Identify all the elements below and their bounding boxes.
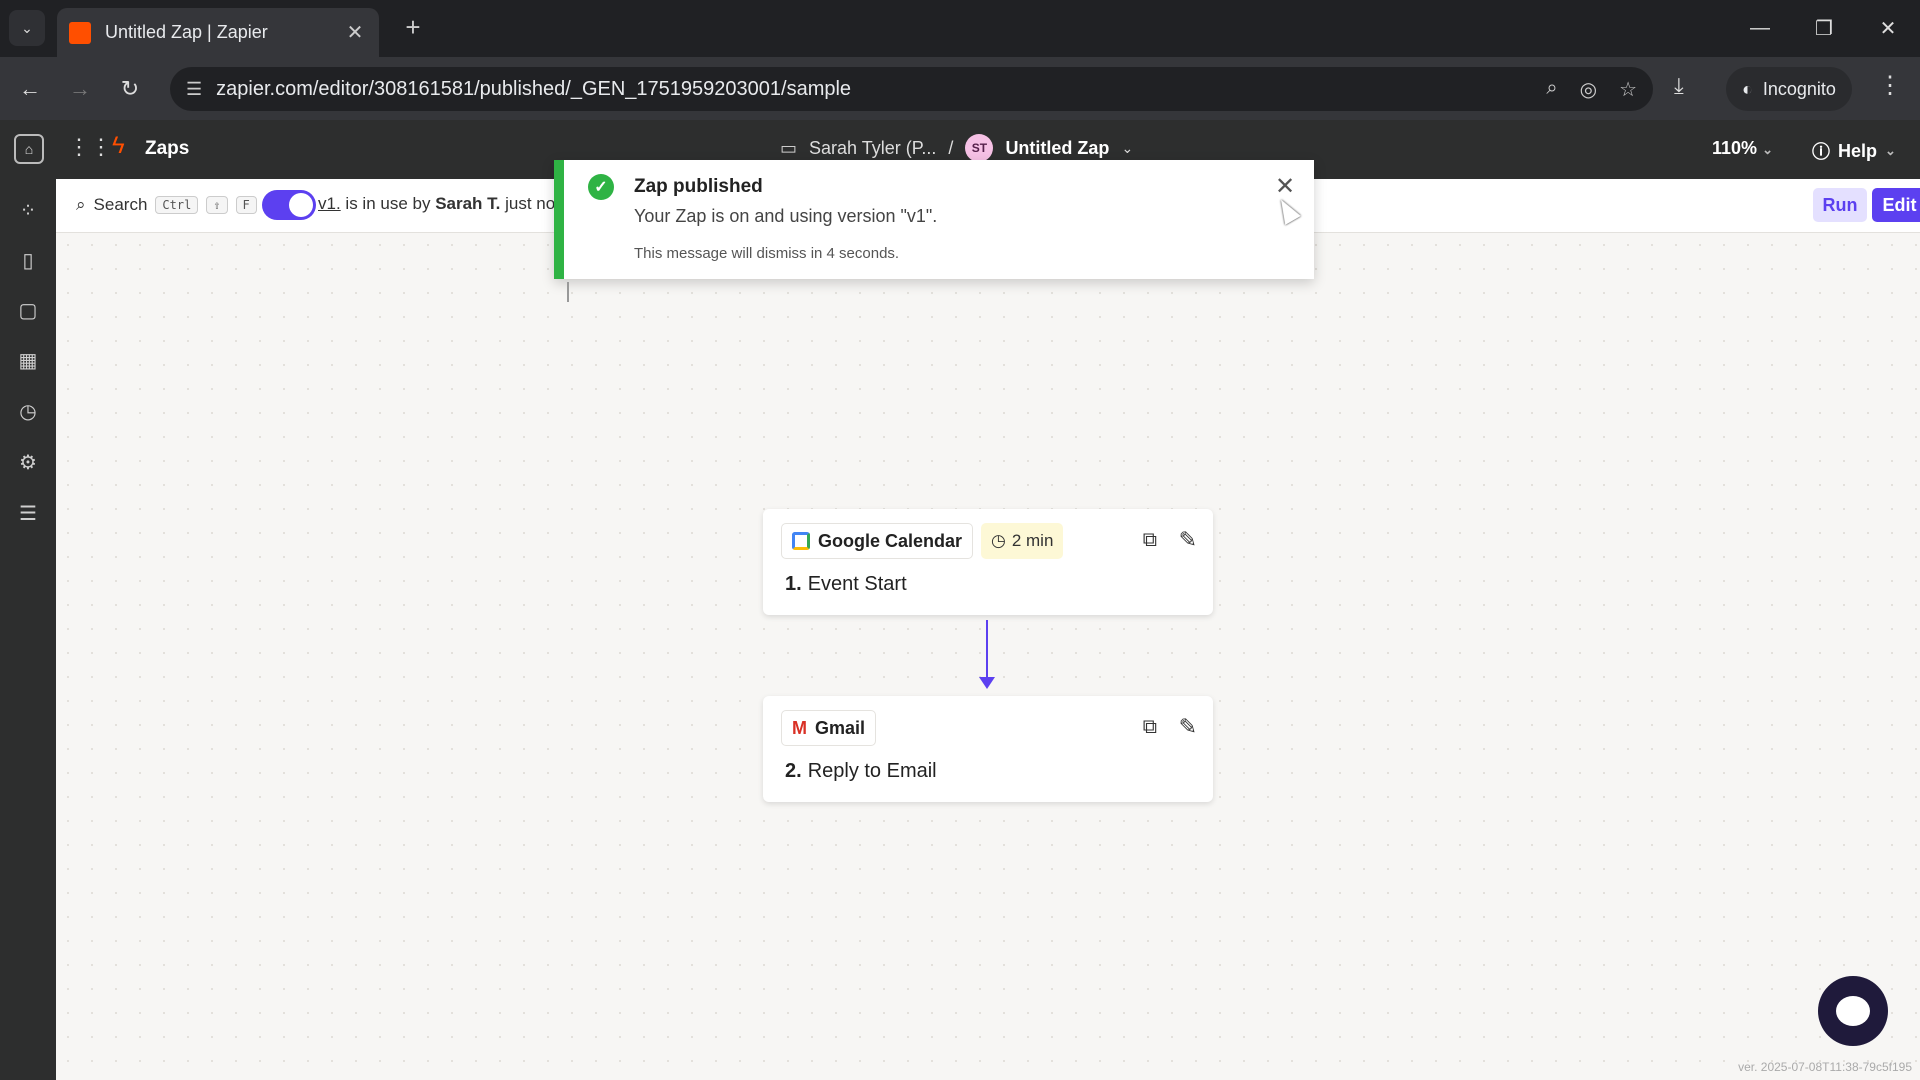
step-number: 1.: [785, 573, 802, 595]
copy-step-icon[interactable]: ⧉: [1143, 529, 1157, 552]
step-card-action[interactable]: M Gmail ⧉ ✎ 2. Reply to Email: [763, 696, 1213, 802]
polling-interval: 2 min: [1011, 531, 1054, 550]
new-tab-button[interactable]: +: [398, 12, 428, 43]
versions-stack-icon[interactable]: ☰: [15, 500, 41, 526]
help-menu[interactable]: ⓘ Help ⌄: [1812, 138, 1896, 164]
breadcrumb-separator: /: [948, 137, 954, 158]
calendar-icon[interactable]: ▦: [15, 347, 41, 373]
chat-support-button[interactable]: [1818, 976, 1888, 1046]
app-title[interactable]: Zaps: [145, 138, 189, 160]
breadcrumb-owner[interactable]: Sarah Tyler (P...: [809, 138, 936, 159]
version-link[interactable]: v1.: [318, 194, 341, 213]
file-zap-icon[interactable]: ▯: [15, 247, 41, 273]
zapier-favicon-icon: [69, 21, 91, 44]
left-sidebar: ⁘ ▯ ▢ ▦ ◷ ⚙ ☰: [0, 179, 56, 1080]
incognito-badge[interactable]: ◐ Incognito: [1726, 67, 1852, 111]
kbd-ctrl: Ctrl: [155, 196, 199, 214]
close-window-icon[interactable]: ✕: [1856, 0, 1920, 57]
step-number: 2.: [785, 760, 802, 782]
chevron-down-icon: ⌄: [1762, 142, 1773, 157]
home-icon[interactable]: ⌂: [14, 134, 44, 164]
restore-icon[interactable]: ❐: [1792, 0, 1856, 57]
folder-icon: ▭: [780, 137, 798, 158]
url-text[interactable]: zapier.com/editor/308161581/published/_G…: [216, 78, 1546, 101]
google-calendar-icon: [792, 532, 810, 550]
forward-icon[interactable]: →: [64, 73, 96, 105]
build-version: ver. 2025-07-08T11:38-79c5f195: [1738, 1060, 1912, 1074]
chevron-down-icon: ⌄: [1885, 143, 1896, 158]
step-card-trigger[interactable]: Google Calendar ◷ 2 min ⧉ ✎ 1. Event Star…: [763, 509, 1213, 615]
success-check-icon: ✓: [588, 174, 614, 200]
avatar: ST: [965, 134, 994, 162]
edit-zap-button[interactable]: Edit Zap: [1872, 188, 1920, 222]
clock-icon: ◷: [991, 531, 1006, 550]
step-title: Reply to Email: [807, 760, 937, 782]
download-icon[interactable]: ⤓: [1674, 73, 1684, 99]
step-title: Event Start: [807, 573, 907, 595]
zap-name[interactable]: Untitled Zap: [1005, 138, 1109, 159]
step-app-badge[interactable]: Google Calendar: [781, 523, 974, 559]
history-icon[interactable]: ◷: [15, 398, 41, 424]
run-button[interactable]: Run: [1813, 188, 1867, 222]
reload-icon[interactable]: ↻: [114, 73, 146, 105]
copy-step-icon[interactable]: ⧉: [1143, 716, 1157, 739]
bookmark-star-icon[interactable]: ☆: [1619, 77, 1637, 102]
comment-icon[interactable]: ▢: [15, 297, 41, 323]
help-label: Help: [1838, 140, 1878, 161]
chevron-down-icon[interactable]: ⌄: [1121, 140, 1133, 157]
toast-dismiss-note: This message will dismiss in 4 seconds.: [634, 245, 900, 262]
zap-bolt-icon: ϟ: [112, 132, 125, 159]
zoom-level[interactable]: 110% ⌄: [1712, 138, 1773, 159]
tracking-eye-off-icon[interactable]: ◎: [1580, 77, 1597, 102]
edit-step-icon[interactable]: ✎: [1179, 714, 1197, 740]
browser-tab[interactable]: Untitled Zap | Zapier ✕: [57, 8, 379, 57]
incognito-label: Incognito: [1762, 78, 1836, 99]
tab-search-icon[interactable]: ⌄: [9, 10, 45, 46]
breadcrumb: ▭ Sarah Tyler (P... / ST Untitled Zap ⌄: [780, 134, 1133, 162]
window-controls: — ❐ ✕: [1728, 0, 1920, 57]
step-label: 2. Reply to Email: [785, 760, 937, 783]
incognito-icon: ◐: [1742, 78, 1753, 99]
toast-title: Zap published: [634, 176, 763, 197]
dashboard-icon[interactable]: ⁘: [15, 197, 41, 223]
address-bar[interactable]: ☰ zapier.com/editor/308161581/published/…: [170, 67, 1653, 111]
toggle-knob: [289, 193, 313, 217]
browser-toolbar: ← → ↻ ☰ zapier.com/editor/308161581/publ…: [0, 57, 1920, 120]
help-circle-icon: ⓘ: [1812, 142, 1830, 162]
zap-status-text: v1. is in use by Sarah T. just now: [318, 194, 567, 214]
tab-title: Untitled Zap | Zapier: [105, 22, 268, 42]
back-icon[interactable]: ←: [14, 73, 46, 105]
edit-step-icon[interactable]: ✎: [1179, 527, 1197, 553]
browser-tab-bar: ⌄ Untitled Zap | Zapier ✕ + — ❐ ✕: [0, 0, 1920, 57]
toast-body: Your Zap is on and using version "v1".: [634, 206, 938, 226]
zoom-icon[interactable]: ⌕: [1546, 77, 1557, 102]
zap-on-toggle[interactable]: [262, 190, 316, 220]
zap-canvas[interactable]: [56, 233, 1920, 1080]
kbd-shift: ⇧: [206, 196, 228, 214]
step-label: 1. Event Start: [785, 573, 907, 596]
search-icon: ⌕: [76, 195, 86, 214]
chat-bubble-icon: [1836, 996, 1870, 1026]
settings-gear-icon[interactable]: ⚙: [15, 449, 41, 475]
arrow-down-icon: [979, 677, 995, 689]
browser-menu-icon[interactable]: ⋮: [1878, 71, 1902, 100]
minimize-icon[interactable]: —: [1728, 0, 1792, 57]
status-middle: is in use by: [340, 194, 436, 213]
step-app-name: Gmail: [815, 717, 866, 738]
polling-interval-badge: ◷ 2 min: [981, 523, 1064, 559]
text-caret: [567, 282, 569, 302]
site-info-icon[interactable]: ☰: [186, 79, 202, 100]
search-button[interactable]: ⌕ Search Ctrl ⇧ F: [76, 195, 257, 215]
step-app-badge[interactable]: M Gmail: [781, 710, 877, 746]
step-app-name: Google Calendar: [818, 530, 963, 551]
status-user: Sarah T.: [435, 194, 501, 213]
tab-close-icon[interactable]: ✕: [343, 20, 367, 45]
zap-published-toast: ✓ Zap published Your Zap is on and using…: [554, 160, 1314, 279]
app-grid-icon[interactable]: ⋮⋮: [68, 134, 112, 160]
kbd-f: F: [235, 196, 257, 214]
search-label: Search: [93, 195, 148, 214]
gmail-icon: M: [792, 717, 807, 738]
